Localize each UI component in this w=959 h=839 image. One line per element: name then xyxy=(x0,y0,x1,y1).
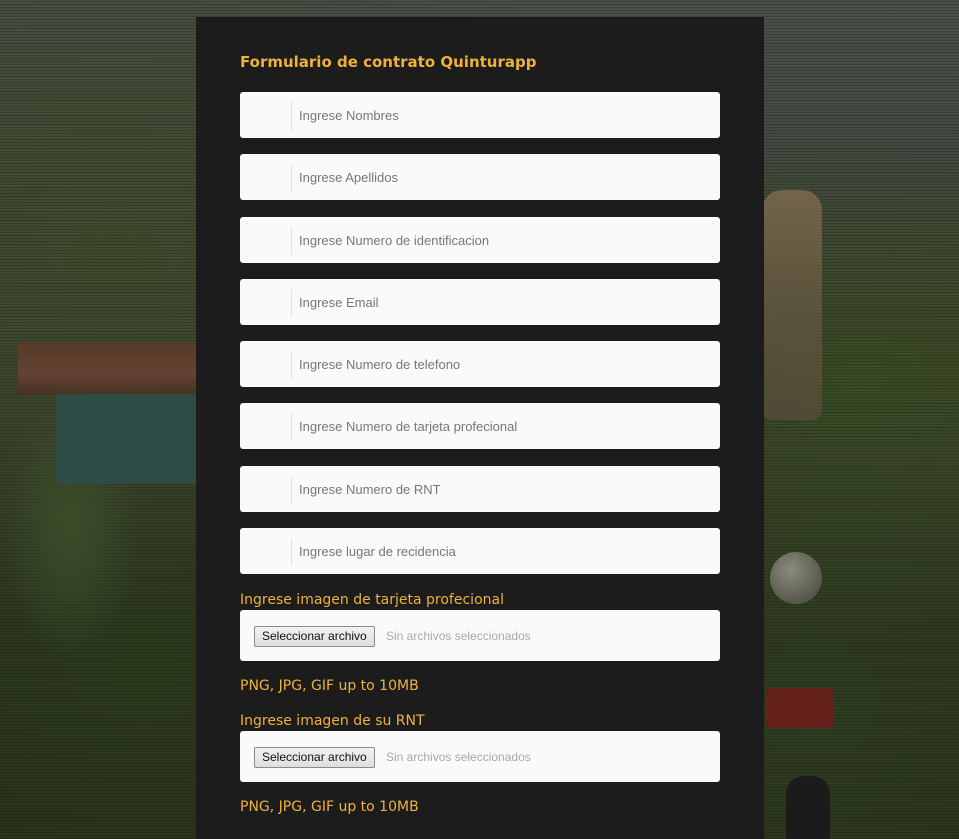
field-icon-slot xyxy=(240,476,292,504)
professional-card-field xyxy=(240,403,720,449)
background-straw-decoration xyxy=(762,190,822,420)
contract-form-panel: Formulario de contrato Quinturapp Ingres… xyxy=(196,17,764,839)
field-icon-slot xyxy=(240,351,292,379)
residence-field xyxy=(240,528,720,574)
first-name-input[interactable] xyxy=(293,92,713,138)
select-file-button[interactable]: Seleccionar archivo xyxy=(254,626,375,647)
select-file-button[interactable]: Seleccionar archivo xyxy=(254,747,375,768)
field-icon-slot xyxy=(240,413,292,441)
rnt-number-input[interactable] xyxy=(293,466,713,512)
professional-card-input[interactable] xyxy=(293,403,713,449)
file-status-text: Sin archivos seleccionados xyxy=(386,750,531,764)
background-roof xyxy=(18,342,196,394)
rnt-number-field xyxy=(240,466,720,512)
field-icon-slot xyxy=(240,289,292,317)
email-input[interactable] xyxy=(293,279,713,325)
background-red-vehicle xyxy=(766,688,834,728)
field-icon-slot xyxy=(240,102,292,130)
field-icon-slot xyxy=(240,227,292,255)
file-status-text: Sin archivos seleccionados xyxy=(386,629,531,643)
professional-card-image-label: Ingrese imagen de tarjeta profecional xyxy=(240,592,504,608)
background-wheel xyxy=(786,776,830,839)
email-field xyxy=(240,279,720,325)
file-type-hint: PNG, JPG, GIF up to 10MB xyxy=(240,799,419,815)
form-title: Formulario de contrato Quinturapp xyxy=(240,53,537,71)
professional-card-image-upload: Seleccionar archivo Sin archivos selecci… xyxy=(240,610,720,661)
field-icon-slot xyxy=(240,538,292,566)
background-wall xyxy=(56,394,196,484)
residence-input[interactable] xyxy=(293,528,713,574)
field-icon-slot xyxy=(240,164,292,192)
phone-field xyxy=(240,341,720,387)
id-number-input[interactable] xyxy=(293,217,713,263)
file-type-hint: PNG, JPG, GIF up to 10MB xyxy=(240,678,419,694)
background-sphere xyxy=(770,552,822,604)
rnt-image-label: Ingrese imagen de su RNT xyxy=(240,713,425,729)
phone-input[interactable] xyxy=(293,341,713,387)
first-name-field xyxy=(240,92,720,138)
id-number-field xyxy=(240,217,720,263)
rnt-image-upload: Seleccionar archivo Sin archivos selecci… xyxy=(240,731,720,782)
last-name-input[interactable] xyxy=(293,154,713,200)
last-name-field xyxy=(240,154,720,200)
